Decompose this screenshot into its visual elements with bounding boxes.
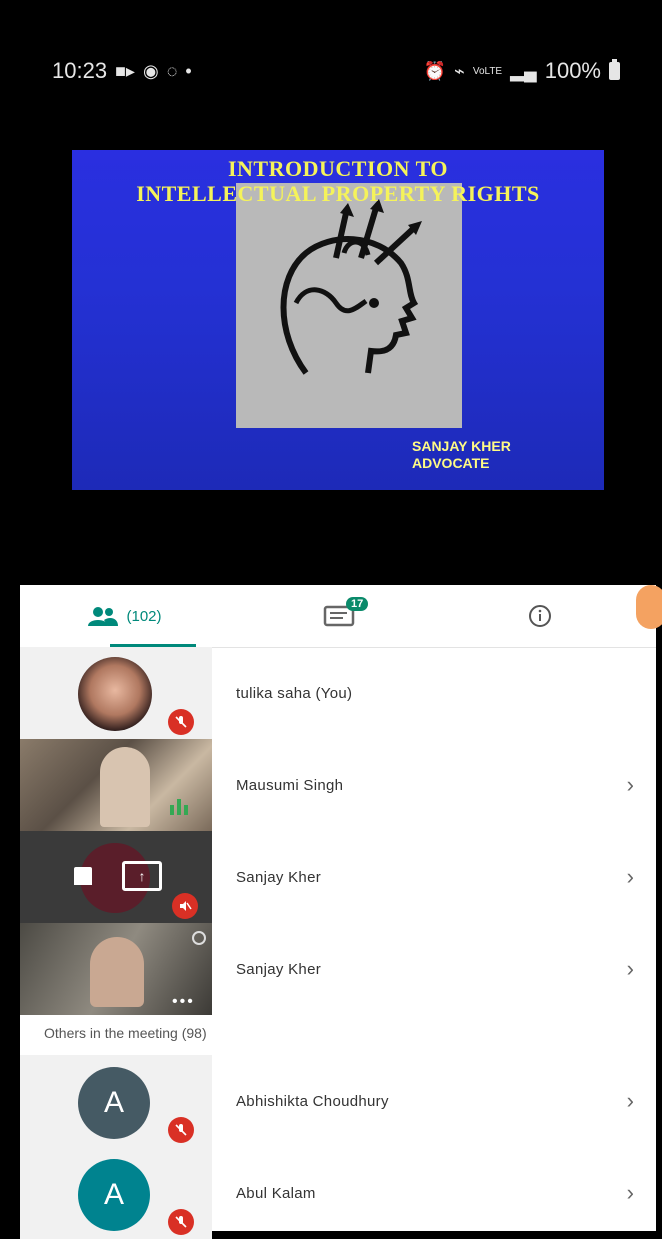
video-person xyxy=(100,747,150,827)
participant-row[interactable]: tulika saha (You) xyxy=(20,647,656,739)
participants-panel: (102) 17 tulika saha (You) Mausumi Singh… xyxy=(20,585,662,1239)
people-count: (102) xyxy=(126,607,162,625)
participant-row[interactable]: A Abul Kalam › xyxy=(20,1147,656,1239)
slide-title-line1: INTRODUCTION TO xyxy=(227,156,448,181)
chevron-right-icon[interactable]: › xyxy=(627,1147,634,1239)
status-bar: 10:23 ■▸ ◉ ◌ • ⏰ ⌁ VoLTE ▂▄ 100% xyxy=(0,0,662,140)
panel-tabbar: (102) 17 xyxy=(20,585,662,648)
people-icon xyxy=(88,607,119,626)
signal-icon: ▂▄ xyxy=(510,60,537,81)
participant-name: Abul Kalam xyxy=(236,1184,316,1202)
wifi-calling-icon: ⌁ xyxy=(453,60,465,81)
participant-name: Sanjay Kher xyxy=(236,868,322,886)
avatar: A xyxy=(78,1067,150,1139)
video-camera-icon: ■▸ xyxy=(115,60,135,81)
info-icon xyxy=(529,605,551,627)
alarm-icon: ⏰ xyxy=(423,60,446,81)
floating-action-edge[interactable] xyxy=(636,585,662,629)
chevron-right-icon[interactable]: › xyxy=(627,739,634,831)
participant-video-tile xyxy=(20,739,212,831)
participant-video-tile: ••• xyxy=(20,923,212,1015)
slide-title: INTRODUCTION TO INTELLECTUAL PROPERTY RI… xyxy=(72,156,604,206)
battery-icon xyxy=(609,59,620,80)
tab-people[interactable]: (102) xyxy=(50,585,200,647)
participant-name: Mausumi Singh xyxy=(236,776,344,794)
presentation-stage: INTRODUCTION TO INTELLECTUAL PROPERTY RI… xyxy=(0,140,662,585)
slide-author: SANJAY KHER ADVOCATE xyxy=(412,438,511,472)
participant-tile: A xyxy=(20,1055,212,1147)
mic-off-icon xyxy=(168,1209,194,1235)
presenting-icon: ↑ xyxy=(122,861,162,891)
app-notification-icon: ◉ xyxy=(142,60,159,81)
participant-row[interactable]: Mausumi Singh › xyxy=(20,739,656,831)
status-right: ⏰ ⌁ VoLTE ▂▄ 100% xyxy=(424,58,620,84)
status-ring-icon xyxy=(192,931,206,945)
volte-label: VoLTE xyxy=(472,65,503,77)
participant-name: tulika saha (You) xyxy=(236,684,353,702)
participant-tile: A xyxy=(20,1147,212,1239)
participant-row[interactable]: ↑ Sanjay Kher › xyxy=(20,831,656,923)
pin-icon xyxy=(74,867,92,885)
mic-off-icon xyxy=(168,1117,194,1143)
whatsapp-icon: ◌ xyxy=(166,60,178,81)
avatar xyxy=(78,657,152,731)
avatar: A xyxy=(78,1159,150,1231)
tab-chat[interactable]: 17 xyxy=(290,585,390,647)
head-arrows-illustration xyxy=(236,183,462,428)
tab-info[interactable] xyxy=(500,585,580,647)
participant-row[interactable]: ••• Sanjay Kher › xyxy=(20,923,656,1015)
chat-unread-badge: 17 xyxy=(346,597,369,611)
slide-author-name: SANJAY KHER xyxy=(412,438,511,454)
slide-title-line2: INTELLECTUAL PROPERTY RIGHTS xyxy=(136,181,540,206)
status-time: 10:23 xyxy=(52,58,108,83)
chevron-right-icon[interactable]: › xyxy=(627,831,634,923)
shared-slide: INTRODUCTION TO INTELLECTUAL PROPERTY RI… xyxy=(72,150,604,490)
participant-name: Abhishikta Choudhury xyxy=(236,1092,389,1110)
more-dot-icon: • xyxy=(185,60,192,81)
status-left: 10:23 ■▸ ◉ ◌ • xyxy=(52,58,192,84)
participant-tile xyxy=(20,647,212,739)
participant-tile: ↑ xyxy=(20,831,212,923)
slide-author-role: ADVOCATE xyxy=(412,455,490,471)
mic-off-icon xyxy=(168,709,194,735)
head-illustration-icon xyxy=(280,199,422,375)
more-options-icon[interactable]: ••• xyxy=(172,993,195,1011)
speaker-muted-icon xyxy=(172,893,198,919)
video-person xyxy=(90,937,144,1007)
battery-percent: 100% xyxy=(544,58,601,83)
chevron-right-icon[interactable]: › xyxy=(627,1055,634,1147)
chevron-right-icon[interactable]: › xyxy=(627,923,634,1015)
participant-row[interactable]: A Abhishikta Choudhury › xyxy=(20,1055,656,1147)
others-section-label: Others in the meeting (98) xyxy=(44,1025,207,1041)
participant-name: Sanjay Kher xyxy=(236,960,322,978)
speaking-indicator-icon xyxy=(170,799,188,815)
